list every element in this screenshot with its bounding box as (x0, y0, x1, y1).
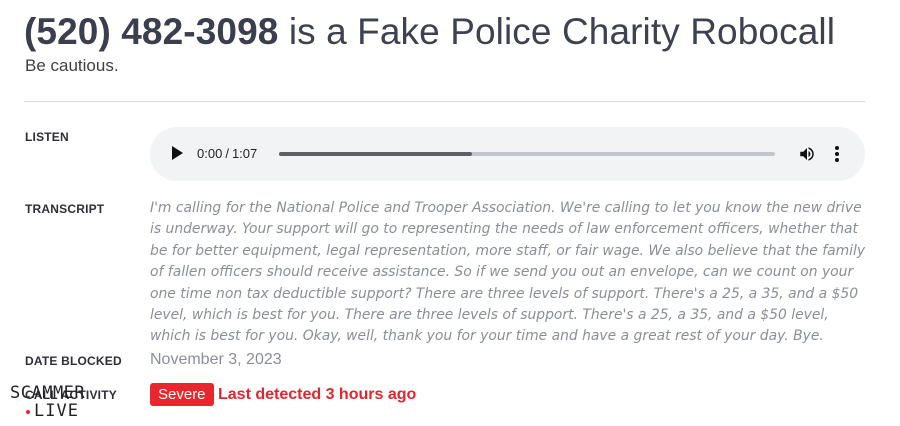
time-display: 0:00/1:07 (197, 146, 257, 161)
page-subtitle: Be cautious. (25, 56, 119, 75)
duration: 1:07 (231, 146, 258, 161)
play-icon[interactable] (172, 146, 183, 160)
page-title: (520) 482-3098 is a Fake Police Charity … (24, 8, 835, 56)
svg-text:SCAMMER: SCAMMER (10, 383, 85, 403)
divider (24, 101, 865, 102)
current-time: 0:00 (197, 146, 223, 161)
more-vert-icon[interactable] (833, 145, 841, 163)
progress-track[interactable] (279, 152, 775, 156)
transcript-label: TRANSCRIPT (25, 202, 105, 216)
date-blocked-label: DATE BLOCKED (25, 354, 122, 368)
svg-text:LIVE: LIVE (34, 401, 79, 418)
listen-label: LISTEN (25, 130, 69, 144)
last-detected-text: Last detected 3 hours ago (218, 386, 417, 403)
transcript-text: I'm calling for the National Police and … (150, 200, 866, 345)
phone-number: (520) 482-3098 (24, 11, 279, 52)
severity-badge: Severe (150, 383, 214, 406)
title-text: is a Fake Police Charity Robocall (288, 11, 836, 52)
scammer-live-logo: SCAMMER LIVE (10, 383, 85, 418)
time-separator: / (225, 146, 229, 161)
volume-icon[interactable] (798, 145, 816, 163)
buffered-bar (279, 152, 473, 156)
audio-player[interactable]: 0:00/1:07 (150, 127, 865, 181)
date-blocked-value: November 3, 2023 (150, 351, 282, 368)
